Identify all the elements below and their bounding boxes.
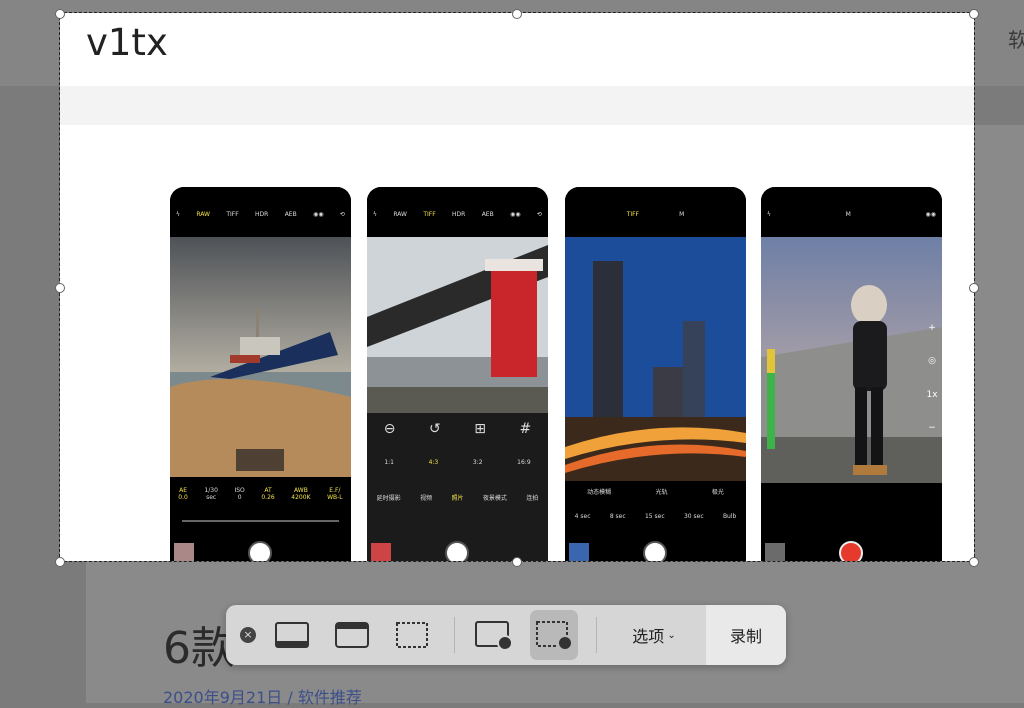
screenshot-toolbar: × 选项 ⌄ 录制: [226, 605, 786, 665]
record-selection-button[interactable]: [530, 610, 578, 660]
record-button[interactable]: 录制: [706, 605, 786, 665]
resize-handle-left[interactable]: [55, 283, 65, 293]
options-menu-button[interactable]: 选项 ⌄: [608, 610, 700, 660]
close-button[interactable]: ×: [240, 627, 256, 643]
selection-border: [59, 12, 975, 562]
record-screen-icon: [475, 621, 513, 651]
window-icon: [335, 622, 369, 648]
options-label: 选项: [632, 627, 665, 646]
nav-link[interactable]: 软: [1008, 24, 1024, 53]
record-entire-screen-button[interactable]: [470, 610, 518, 660]
article-title: 6款: [163, 623, 235, 674]
record-selection-icon: [536, 621, 573, 651]
entire-screen-icon: [275, 622, 309, 648]
capture-window-button[interactable]: [328, 610, 376, 660]
resize-handle-top-right[interactable]: [969, 9, 979, 19]
capture-entire-screen-button[interactable]: [268, 610, 316, 660]
resize-handle-right[interactable]: [969, 283, 979, 293]
article-meta[interactable]: 2020年9月21日 / 软件推荐: [163, 684, 362, 708]
resize-handle-bottom-left[interactable]: [55, 557, 65, 567]
chevron-down-icon: ⌄: [667, 629, 676, 641]
capture-selection-button[interactable]: [388, 610, 436, 660]
toolbar-separator: [596, 617, 597, 653]
resize-handle-bottom-right[interactable]: [969, 557, 979, 567]
selection-icon: [396, 622, 428, 648]
toolbar-separator: [454, 617, 455, 653]
resize-handle-top[interactable]: [512, 9, 522, 19]
resize-handle-bottom[interactable]: [512, 557, 522, 567]
resize-handle-top-left[interactable]: [55, 9, 65, 19]
